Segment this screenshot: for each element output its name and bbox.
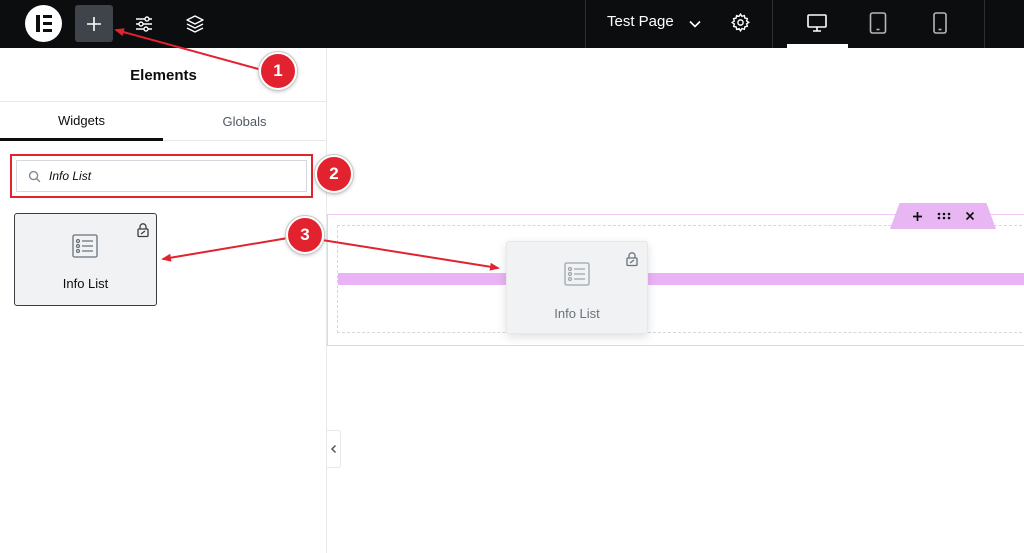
tablet-icon[interactable] <box>868 11 888 35</box>
search-box <box>16 160 307 192</box>
drag-handle-icon[interactable] <box>937 212 951 220</box>
pro-lock-icon <box>137 223 149 238</box>
divider <box>984 0 985 48</box>
collapse-panel-button[interactable] <box>327 430 341 468</box>
tab-widgets[interactable]: Widgets <box>0 102 163 141</box>
step-badge-2: 2 <box>315 155 353 193</box>
pro-lock-icon <box>626 252 638 267</box>
divider <box>772 0 773 48</box>
elementor-editor: Test Page Elements Widgets Globals Info … <box>0 0 1024 553</box>
search-input[interactable] <box>49 161 299 191</box>
widget-label: Info List <box>554 306 600 321</box>
sliders-icon <box>136 15 152 32</box>
elements-panel: Elements Widgets Globals Info List <box>0 48 327 553</box>
widget-label: Info List <box>62 276 109 291</box>
structure-button[interactable] <box>176 5 214 42</box>
chevron-down-icon[interactable] <box>688 17 702 31</box>
search-highlight-box <box>10 154 313 198</box>
desktop-icon[interactable] <box>806 12 828 34</box>
active-device-indicator <box>787 44 848 48</box>
mobile-icon[interactable] <box>932 11 948 35</box>
editor-top-bar: Test Page <box>0 0 1024 48</box>
plus-icon[interactable] <box>912 211 923 222</box>
drop-indicator <box>338 273 1024 285</box>
info-list-icon <box>564 262 590 286</box>
section-handle[interactable] <box>890 203 996 229</box>
site-settings-button[interactable] <box>125 5 163 42</box>
dragged-widget-preview: Info List <box>506 241 648 334</box>
tab-globals[interactable]: Globals <box>163 102 326 141</box>
info-list-icon <box>72 234 98 258</box>
panel-tabs: Widgets Globals <box>0 101 327 141</box>
step-badge-3: 3 <box>286 216 324 254</box>
add-element-button[interactable] <box>75 5 113 42</box>
elementor-logo-icon[interactable] <box>25 5 62 42</box>
search-icon <box>28 170 41 183</box>
close-icon[interactable] <box>965 211 975 221</box>
page-title[interactable]: Test Page <box>607 13 674 30</box>
step-badge-1: 1 <box>259 52 297 90</box>
gear-icon[interactable] <box>730 12 751 33</box>
layers-icon <box>186 14 204 33</box>
divider <box>585 0 586 48</box>
chevron-left-icon <box>330 444 336 454</box>
widget-info-list[interactable]: Info List <box>14 213 157 306</box>
plus-icon <box>87 16 101 31</box>
